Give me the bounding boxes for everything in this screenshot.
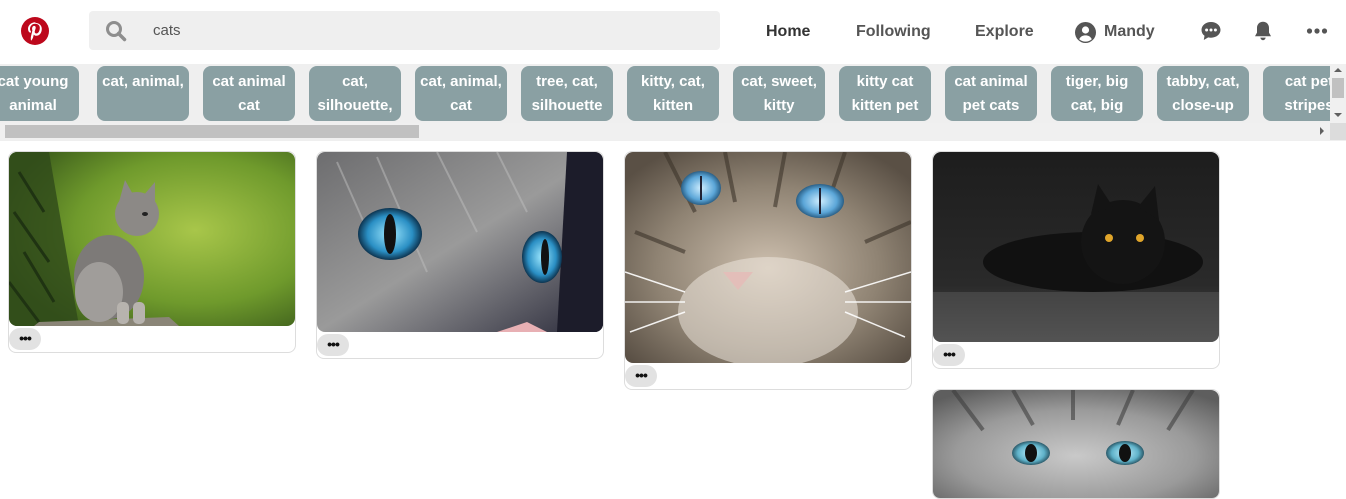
top-header: Home Following Explore Mandy [0,0,1346,64]
search-icon [106,21,127,42]
user-name-label: Mandy [1104,23,1155,40]
tag-chip[interactable]: cat young animal [0,66,79,121]
nav-explore-label: Explore [975,23,1034,40]
tag-chip[interactable]: cat, silhouette, [309,66,401,121]
tag-chip[interactable]: tabby, cat, close-up [1157,66,1249,121]
tag-chip[interactable]: tiger, big cat, big [1051,66,1143,121]
tag-chip[interactable]: cat, animal, [97,66,189,121]
pin-card[interactable]: ••• [316,151,604,359]
pin-card[interactable]: ••• [624,151,912,390]
nav-following-link[interactable]: Following [856,0,931,64]
scrollbar-corner [1330,123,1346,140]
tag-chip[interactable]: cat animal pet cats [945,66,1037,121]
search-input[interactable] [149,11,689,50]
scroll-thumb[interactable] [1332,78,1344,98]
bell-icon[interactable] [1252,20,1274,42]
related-tags-bar: cat young animal cat, animal, cat animal… [0,64,1346,141]
pin-more-button[interactable]: ••• [317,334,349,356]
nav-explore-link[interactable]: Explore [975,0,1034,64]
tag-chip[interactable]: kitty, cat, kitten [627,66,719,121]
pin-image[interactable] [9,152,295,326]
more-horizontal-icon[interactable] [1306,20,1328,42]
tag-chip[interactable]: tree, cat, silhouette [521,66,613,121]
pin-image[interactable] [933,390,1219,499]
pin-card[interactable]: ••• [932,151,1220,369]
pinterest-logo-icon[interactable] [20,16,50,46]
tag-chip[interactable]: cat, sweet, kitty [733,66,825,121]
tag-chip[interactable]: kitty cat kitten pet [839,66,931,121]
scroll-right-arrow-icon[interactable] [1320,127,1324,135]
nav-following-label: Following [856,23,931,40]
tag-chip[interactable]: cat, animal, cat [415,66,507,121]
tags-horizontal-scrollbar[interactable] [0,123,1330,140]
user-avatar-icon [1075,21,1096,43]
tags-vertical-scrollbar[interactable] [1330,64,1346,123]
nav-home-label: Home [766,23,811,40]
search-bar[interactable] [89,11,720,50]
scroll-thumb[interactable] [5,125,419,138]
scroll-down-arrow-icon[interactable] [1334,113,1342,117]
user-profile-link[interactable]: Mandy [1075,0,1155,64]
nav-home-link[interactable]: Home [766,0,810,64]
pin-card[interactable]: ••• [8,151,296,353]
chat-icon[interactable] [1200,20,1222,42]
pin-more-button[interactable]: ••• [9,328,41,350]
tag-chip[interactable]: cat animal cat [203,66,295,121]
pin-image[interactable] [625,152,911,363]
pin-image[interactable] [933,152,1219,342]
pin-more-button[interactable]: ••• [625,365,657,387]
tag-chip[interactable]: cat pet stripes [1263,66,1330,121]
pin-image[interactable] [317,152,603,332]
pin-more-button[interactable]: ••• [933,344,965,366]
scroll-up-arrow-icon[interactable] [1334,68,1342,72]
tags-scroll-area[interactable]: cat young animal cat, animal, cat animal… [0,66,1330,123]
pin-card[interactable] [932,389,1220,499]
